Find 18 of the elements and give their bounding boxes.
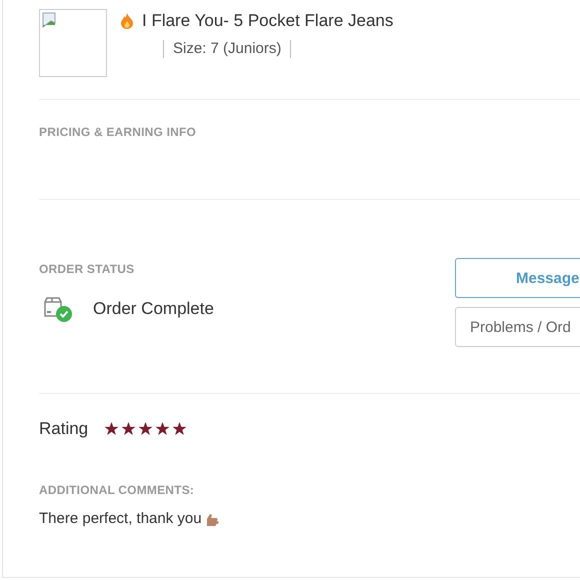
- broken-image-icon: [39, 9, 107, 77]
- star-icon: [172, 422, 188, 436]
- box-check-icon: [43, 296, 73, 322]
- rating-label: Rating: [39, 419, 88, 439]
- section-heading: ORDER STATUS: [39, 262, 136, 276]
- star-icon: [138, 422, 154, 436]
- section-heading: ADDITIONAL COMMENTS:: [39, 483, 196, 497]
- order-status: Order Complete: [93, 299, 214, 319]
- flame-icon: [121, 13, 133, 29]
- message-button[interactable]: Message: [455, 258, 580, 298]
- comment-text: There perfect, thank you: [39, 510, 202, 527]
- star-icon: [104, 422, 120, 436]
- star-icon: [121, 422, 136, 436]
- star-icon: [155, 422, 170, 436]
- section-heading: PRICING & EARNING INFO: [39, 125, 198, 139]
- product-title: I Flare You- 5 Pocket Flare Jeans: [142, 11, 394, 31]
- problems-button[interactable]: Problems / Ord: [455, 307, 580, 347]
- product-size: Size: 7 (Juniors): [173, 40, 282, 57]
